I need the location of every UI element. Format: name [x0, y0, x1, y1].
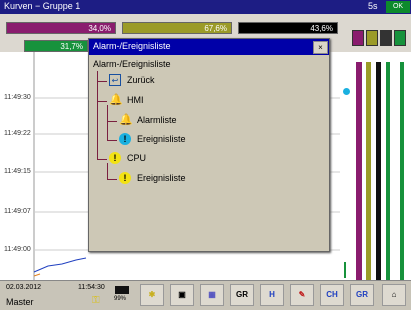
trace-blue-line [33, 257, 87, 273]
window-titlebar: Kurven − Gruppe 1 5s OK [0, 0, 411, 14]
ch-icon: CH [326, 290, 338, 299]
dialog-titlebar: Alarm-/Ereignisliste × [89, 39, 329, 55]
trace-4-band [386, 62, 390, 280]
time-tick-1: 11:49:30 [4, 94, 31, 101]
tree-item-label: Alarmliste [137, 115, 177, 125]
tree-item-label: CPU [127, 153, 147, 163]
key-icon: ⚿ [92, 295, 100, 306]
value-bar-3: 43,6% [238, 22, 338, 34]
group-button[interactable]: GR [230, 284, 254, 306]
tree-item-cpu[interactable]: ! CPU [109, 152, 229, 166]
gr-icon: GR [356, 290, 368, 299]
curve-selector-group [352, 30, 408, 46]
warning-icon: ! [109, 152, 121, 164]
tree-connector-cpu [97, 159, 107, 160]
tree-header: Alarm-/Ereignisliste [93, 59, 171, 69]
alarm-bell-button[interactable]: ✱ [140, 284, 164, 306]
value-bar-1-label: 34,0% [88, 24, 111, 33]
bell-icon: 🔔 [109, 94, 123, 106]
trace-5-band [400, 62, 404, 280]
close-button[interactable]: × [313, 41, 328, 54]
gr-icon: GR [236, 290, 248, 299]
tree-item-label: Ereignisliste [137, 173, 186, 183]
refresh-interval: 5s [368, 1, 378, 11]
tree-connector-alarmliste [107, 121, 117, 122]
value-bar-3-label: 43,6% [310, 24, 333, 33]
trace-3-band [376, 62, 381, 280]
calendar-icon: ▦ [208, 290, 216, 299]
battery-indicator: 99% [112, 284, 134, 306]
back-icon: ↩ [109, 74, 121, 86]
tree-connector-ereignisliste-cpu [107, 179, 117, 180]
tree-item-label: Zurück [127, 75, 155, 85]
info-icon: ! [119, 133, 131, 145]
curve-select-4-button[interactable] [394, 30, 406, 46]
time-tick-5: 11:49:00 [4, 246, 31, 253]
trace-2-band [366, 62, 371, 280]
pen-icon: ✎ [298, 290, 306, 299]
user-name: Master [6, 297, 34, 307]
tree-item-ereignisliste-cpu[interactable]: ! Ereignisliste [119, 172, 239, 186]
tree-item-alarmliste[interactable]: 🔔 Alarmliste [119, 114, 239, 128]
annotate-button[interactable]: ✎ [290, 284, 314, 306]
curve-select-2-button[interactable] [366, 30, 378, 46]
home-icon: ⌂ [391, 290, 397, 299]
calendar-button[interactable]: ▦ [200, 284, 224, 306]
warning-icon: ! [119, 172, 131, 184]
hold-button[interactable]: H [260, 284, 284, 306]
battery-icon [115, 286, 129, 294]
tree-connector-hmi-children [107, 105, 108, 141]
group-select-button[interactable]: GR [350, 284, 374, 306]
tree-item-label: HMI [127, 95, 144, 105]
value-bar-4: 31,7% [24, 40, 88, 52]
tree-item-zurueck[interactable]: ↩ Zurück [109, 74, 229, 88]
channel-button[interactable]: CH [320, 284, 344, 306]
tree-item-ereignisliste-hmi[interactable]: ! Ereignisliste [119, 133, 239, 147]
value-bar-2-label: 67,6% [204, 24, 227, 33]
home-button[interactable]: ⌂ [382, 284, 406, 306]
tree-connector-main [97, 71, 98, 159]
tree-item-label: Ereignisliste [137, 134, 186, 144]
value-bar-2: 67,6% [122, 22, 232, 34]
hold-icon: H [269, 290, 275, 299]
bell-icon: 🔔 [119, 114, 133, 126]
trace-orange-line [33, 273, 41, 277]
window-title: Kurven − Gruppe 1 [4, 1, 81, 11]
curve-select-3-button[interactable] [380, 30, 392, 46]
tree-connector-zurueck [97, 81, 107, 82]
status-badge: OK [386, 1, 410, 13]
curve-select-1-button[interactable] [352, 30, 364, 46]
current-time: 11:54:30 [78, 284, 105, 291]
session-info: 02.03.2012 11:54:30 Master ⚿ [4, 283, 108, 309]
tree-connector-cpu-children [107, 163, 108, 179]
info-marker-icon [343, 88, 350, 95]
time-tick-3: 11:49:15 [4, 168, 31, 175]
bell-icon: ✱ [148, 290, 156, 299]
trace-1-band [356, 62, 362, 280]
camera-icon: ▣ [178, 290, 186, 299]
current-date: 02.03.2012 [6, 284, 42, 291]
screenshot-button[interactable]: ▣ [170, 284, 194, 306]
value-bar-1: 34,0% [6, 22, 116, 34]
tree-item-hmi[interactable]: 🔔 HMI [109, 94, 229, 108]
dialog-title: Alarm-/Ereignisliste [93, 41, 171, 51]
battery-level: 99% [114, 296, 127, 302]
bottom-toolbar: 02.03.2012 11:54:30 Master ⚿ 99% ✱ ▣ ▦ G… [0, 280, 411, 310]
tree-connector-hmi [97, 101, 107, 102]
value-bar-4-label: 31,7% [60, 42, 83, 51]
alarm-event-list-dialog: Alarm-/Ereignisliste × Alarm-/Ereignisli… [88, 38, 330, 252]
time-tick-2: 11:49:22 [4, 130, 31, 137]
time-tick-4: 11:49:07 [4, 208, 31, 215]
tree-connector-ereignisliste-hmi [107, 140, 117, 141]
